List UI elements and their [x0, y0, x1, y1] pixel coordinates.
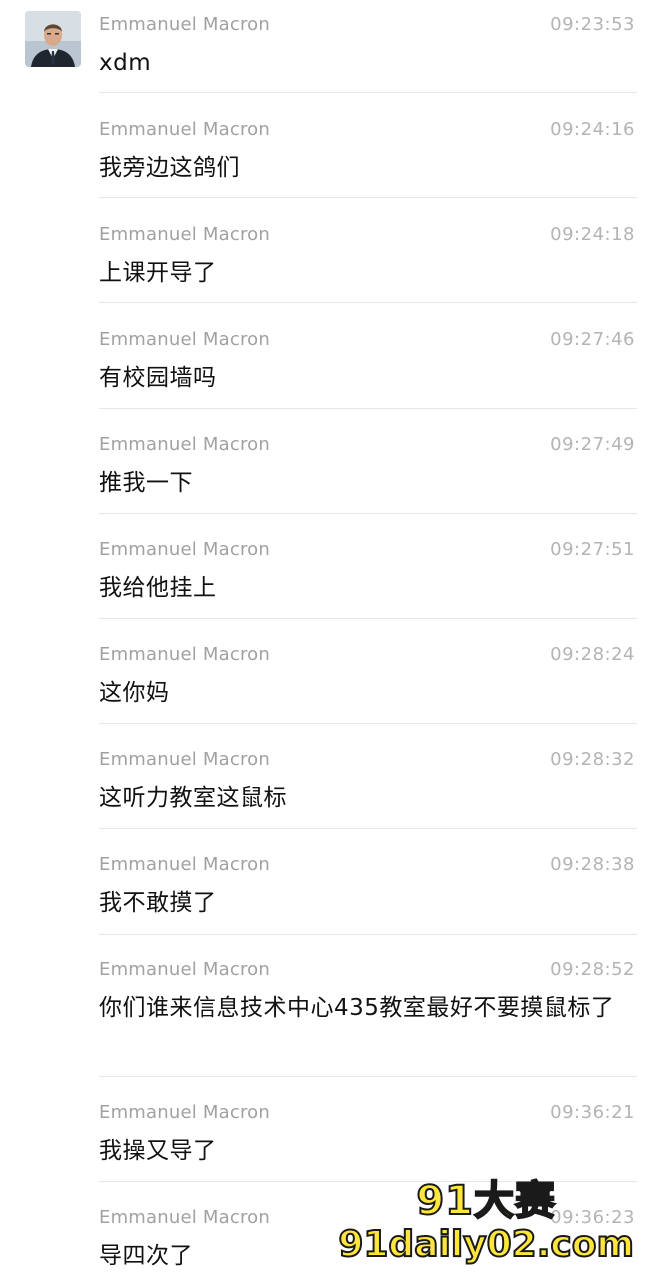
message-divider — [99, 934, 637, 935]
message-divider — [99, 197, 637, 198]
message-divider — [99, 723, 637, 724]
message-item[interactable]: Emmanuel Macron 09:28:38 我不敢摸了 — [99, 850, 637, 921]
avatar-portrait-icon — [25, 11, 81, 67]
message-text: 你们谁来信息技术中心435教室最好不要摸鼠标了 — [99, 995, 615, 1021]
message-item[interactable]: Emmanuel Macron 09:28:32 这听力教室这鼠标 — [99, 745, 637, 816]
message-text: 我给他挂上 — [99, 575, 217, 601]
message-item[interactable]: Emmanuel Macron 09:27:51 我给他挂上 — [99, 535, 637, 606]
message-time: 09:27:46 — [550, 329, 635, 350]
message-divider — [99, 513, 637, 514]
chat-history-view: Emmanuel Macron 09:23:53 xdm Emmanuel Macro… — [0, 0, 662, 1280]
message-item[interactable]: Emmanuel Macron 09:36:21 我操又导了 — [99, 1098, 637, 1169]
message-item[interactable]: Emmanuel Macron 09:28:24 这你妈 — [99, 640, 637, 711]
message-header: Emmanuel Macron 09:28:24 — [99, 640, 637, 670]
sender-name: Emmanuel Macron — [99, 539, 270, 560]
message-time: 09:24:18 — [550, 224, 635, 245]
message-divider — [99, 618, 637, 619]
message-text: 这听力教室这鼠标 — [99, 785, 287, 811]
message-header: Emmanuel Macron 09:27:51 — [99, 535, 637, 565]
avatar[interactable] — [25, 11, 81, 67]
sender-name: Emmanuel Macron — [99, 749, 270, 770]
message-header: Emmanuel Macron 09:24:18 — [99, 220, 637, 250]
sender-name: Emmanuel Macron — [99, 1207, 270, 1228]
sender-name: Emmanuel Macron — [99, 959, 270, 980]
sender-name: Emmanuel Macron — [99, 14, 270, 35]
message-header: Emmanuel Macron 09:28:32 — [99, 745, 637, 775]
message-time: 09:27:49 — [550, 434, 635, 455]
message-header: Emmanuel Macron 09:36:21 — [99, 1098, 637, 1128]
message-header: Emmanuel Macron 09:28:52 — [99, 955, 637, 985]
message-text: 推我一下 — [99, 470, 193, 496]
message-divider — [99, 92, 637, 93]
sender-name: Emmanuel Macron — [99, 434, 270, 455]
message-time: 09:28:52 — [550, 959, 635, 980]
message-item[interactable]: Emmanuel Macron 09:23:53 xdm — [99, 10, 637, 81]
message-text: 有校园墙吗 — [99, 365, 217, 391]
message-text: 导四次了 — [99, 1243, 193, 1269]
message-header: Emmanuel Macron 09:28:38 — [99, 850, 637, 880]
message-text: 我旁边这鸽们 — [99, 155, 240, 181]
message-item[interactable]: Emmanuel Macron 09:24:18 上课开导了 — [99, 220, 637, 291]
message-text: xdm — [99, 50, 152, 76]
message-time: 09:23:53 — [550, 14, 635, 35]
message-item[interactable]: Emmanuel Macron 09:24:16 我旁边这鸽们 — [99, 115, 637, 186]
sender-name: Emmanuel Macron — [99, 1102, 270, 1123]
message-divider — [99, 1076, 637, 1077]
sender-name: Emmanuel Macron — [99, 119, 270, 140]
message-divider — [99, 302, 637, 303]
message-time: 09:36:21 — [550, 1102, 635, 1123]
message-time: 09:36:23 — [550, 1207, 635, 1228]
sender-name: Emmanuel Macron — [99, 854, 270, 875]
message-text: 这你妈 — [99, 680, 170, 706]
message-header: Emmanuel Macron 09:27:49 — [99, 430, 637, 460]
message-header: Emmanuel Macron 09:24:16 — [99, 115, 637, 145]
message-text: 我不敢摸了 — [99, 890, 217, 916]
message-time: 09:28:32 — [550, 749, 635, 770]
message-text: 上课开导了 — [99, 260, 217, 286]
message-header: Emmanuel Macron 09:23:53 — [99, 10, 637, 40]
message-divider — [99, 1181, 637, 1182]
sender-name: Emmanuel Macron — [99, 329, 270, 350]
message-divider — [99, 408, 637, 409]
message-item[interactable]: Emmanuel Macron 09:27:46 有校园墙吗 — [99, 325, 637, 396]
message-time: 09:24:16 — [550, 119, 635, 140]
message-item[interactable]: Emmanuel Macron 09:28:52 你们谁来信息技术中心435教室最好… — [99, 955, 637, 1026]
message-time: 09:28:24 — [550, 644, 635, 665]
message-item[interactable]: Emmanuel Macron 09:27:49 推我一下 — [99, 430, 637, 501]
message-time: 09:28:38 — [550, 854, 635, 875]
message-divider — [99, 828, 637, 829]
message-time: 09:27:51 — [550, 539, 635, 560]
message-text: 我操又导了 — [99, 1138, 217, 1164]
sender-name: Emmanuel Macron — [99, 644, 270, 665]
message-header: Emmanuel Macron 09:27:46 — [99, 325, 637, 355]
message-header: Emmanuel Macron 09:36:23 — [99, 1203, 637, 1233]
message-item[interactable]: Emmanuel Macron 09:36:23 导四次了 — [99, 1203, 637, 1274]
sender-name: Emmanuel Macron — [99, 224, 270, 245]
